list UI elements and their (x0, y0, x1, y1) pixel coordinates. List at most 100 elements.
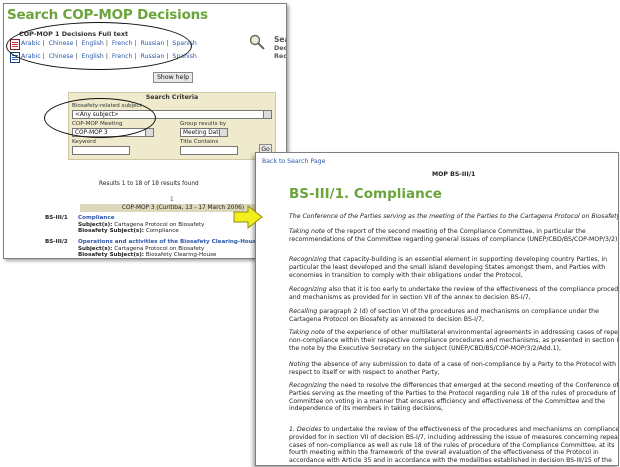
paragraph-line: Recalling paragraph 2 (d) of section VI … (289, 308, 618, 316)
paragraph-text: independence of its members in taking de… (289, 405, 444, 413)
subject-label: Subject(s): (78, 221, 113, 228)
paragraph-text: the note by the Executive Secretary on t… (289, 344, 561, 352)
biosafety-subject-label: Biosafety Subject(s): (78, 252, 145, 259)
paragraph-text: Cartagena Protocol on Biosafety as annex… (289, 315, 484, 323)
search-decisions-link[interactable]: Search Decisions and Recommendations (274, 35, 287, 61)
document-paragraph: Recognizing that capacity-building is an… (289, 256, 618, 280)
document-title: BS-III/1. Compliance (289, 186, 442, 202)
search-recs-line1: Search (274, 35, 286, 44)
paragraph-line: fourth meeting within the framework of t… (289, 449, 618, 457)
group-by-select[interactable]: Meeting Date (180, 128, 228, 137)
meeting-select[interactable]: COP-MOP 3 (72, 128, 154, 137)
paragraph-line: Parties serving as the meeting of the Pa… (289, 389, 619, 398)
paragraph-lead: Recognizing (289, 286, 327, 293)
decision-document-window: Back to Search Page MOP BS-III/1 BS-III/… (255, 152, 619, 466)
paragraph-line: present meeting regarding such evaluatio… (289, 465, 618, 466)
document-paragraph: Recognizing the need to resolve the diff… (289, 382, 619, 413)
pagination-page-1[interactable]: 1 (170, 197, 174, 203)
paragraph-line: Cartagena Protocol on Biosafety as annex… (289, 315, 618, 324)
group-by-label: Group results by (180, 121, 227, 127)
show-help-button[interactable]: Show help (153, 72, 193, 83)
search-criteria-panel: Search Criteria Biosafety-related subjec… (68, 92, 276, 160)
lang-link-spanish[interactable]: Spanish (172, 40, 196, 47)
lang-link-english[interactable]: English (81, 40, 103, 47)
paragraph-text: non-compliance within their respective c… (289, 336, 619, 344)
decision-code: BS-III/1 (45, 215, 68, 221)
paragraph-text: particular the least developed and the s… (289, 263, 606, 271)
word-doc-icon (10, 52, 20, 63)
subject-value: Cartagena Protocol on Biosafety (114, 221, 205, 228)
magnifier-icon (249, 34, 265, 50)
document-paragraph: Taking note of the experience of other m… (289, 329, 619, 352)
arrow-right-icon (233, 205, 263, 229)
document-paragraph: Recognizing also that it is too early to… (289, 286, 619, 302)
subject-label: Subject(s): (78, 245, 113, 252)
document-code: MOP BS-III/1 (432, 171, 476, 178)
lang-link-english[interactable]: English (81, 53, 103, 60)
paragraph-text: fourth meeting within the framework of t… (289, 449, 599, 457)
paragraph-line: and mechanisms as provided for in sectio… (289, 294, 618, 302)
result-item: BS-III/1 Compliance Subject(s): Cartagen… (45, 215, 204, 234)
subject-select[interactable]: <Any subject> (72, 110, 272, 119)
search-recs-line2: Decisions and (274, 44, 286, 52)
keyword-input[interactable] (72, 146, 130, 155)
lang-link-russian[interactable]: Russian (141, 40, 165, 47)
paragraph-text: the need to resolve the differences that… (328, 382, 619, 389)
paragraph-line: 1. Decides to undertake the review of th… (289, 426, 618, 434)
lang-link-french[interactable]: French (112, 53, 133, 60)
lang-link-russian[interactable]: Russian (141, 53, 165, 60)
lang-link-arabic[interactable]: Arabic (21, 40, 41, 47)
biosafety-subject-value: Compliance (145, 228, 179, 235)
lang-link-spanish[interactable]: Spanish (172, 53, 196, 60)
search-recs-line3: Recommendations (274, 52, 287, 60)
paragraph-line: The Conference of the Parties serving as… (289, 213, 618, 221)
paragraph-line: economies in transition to comply with t… (289, 272, 618, 280)
pdf-icon (10, 39, 20, 50)
criteria-header: Search Criteria (145, 94, 199, 101)
lang-link-arabic[interactable]: Arabic (21, 53, 41, 60)
paragraph-line: particular the least developed and the s… (289, 263, 618, 272)
decision-code: BS-III/2 (45, 239, 68, 245)
paragraph-text: accordance with Article 35 and in accord… (289, 457, 612, 465)
results-count: Results 1 to 18 of 18 results found (99, 181, 199, 187)
paragraph-line: cases of non-compliance as well as rule … (289, 441, 618, 450)
paragraph-line: recommendations of the Committee regardi… (289, 235, 619, 244)
chevron-down-icon (145, 129, 153, 136)
paragraph-text: Parties serving as the meeting of the Pa… (289, 389, 619, 397)
chevron-down-icon (263, 111, 271, 118)
paragraph-text: cases of non-compliance as well as rule … (289, 441, 615, 449)
subject-value: Cartagena Protocol on Biosafety (114, 245, 205, 252)
paragraph-text: of the experience of other multilateral … (326, 329, 619, 336)
group-by-value: Meeting Date (183, 130, 223, 136)
decision-title-link[interactable]: Operations and activities of the Biosafe… (78, 239, 260, 246)
paragraph-line: Recognizing also that it is too early to… (289, 286, 619, 294)
paragraph-line: non-compliance within their respective c… (289, 336, 619, 345)
subject-label: Biosafety-related subject (72, 103, 142, 109)
document-paragraph: Noting the absence of any submission to … (289, 361, 618, 377)
paragraph-text: provided for in section VII of decision … (289, 433, 619, 441)
lang-link-french[interactable]: French (112, 40, 133, 47)
paragraph-line: Recognizing the need to resolve the diff… (289, 382, 619, 390)
paragraph-text: of the report of the second meeting of t… (326, 228, 586, 235)
paragraph-text: that capacity-building is an essential e… (328, 256, 608, 263)
subject-select-value: <Any subject> (75, 112, 119, 118)
paragraph-lead: Noting (289, 361, 310, 368)
paragraph-lead: Recalling (289, 308, 318, 315)
decision-title-link[interactable]: Compliance (78, 215, 114, 222)
back-to-search-link[interactable]: Back to Search Page (262, 158, 325, 165)
document-paragraph: Recalling paragraph 2 (d) of section VI … (289, 308, 618, 324)
paragraph-line: Taking note of the experience of other m… (289, 329, 619, 337)
paragraph-text: respect to itself or with respect to ano… (289, 368, 440, 376)
document-paragraph: 1. Decides to undertake the review of th… (289, 426, 619, 466)
title-contains-input[interactable] (180, 146, 238, 155)
lang-link-chinese[interactable]: Chinese (49, 40, 74, 47)
paragraph-line: Noting the absence of any submission to … (289, 361, 618, 369)
paragraph-text: also that it is too early to undertake t… (328, 286, 619, 293)
paragraph-line: provided for in section VII of decision … (289, 433, 619, 442)
paragraph-lead: Recognizing (289, 256, 327, 263)
paragraph-lead: 1. Decides (289, 426, 322, 433)
paragraph-line: independence of its members in taking de… (289, 405, 618, 413)
paragraph-line: Taking note of the report of the second … (289, 228, 618, 236)
lang-link-chinese[interactable]: Chinese (49, 53, 74, 60)
paragraph-text: recommendations of the Committee regardi… (289, 235, 619, 243)
